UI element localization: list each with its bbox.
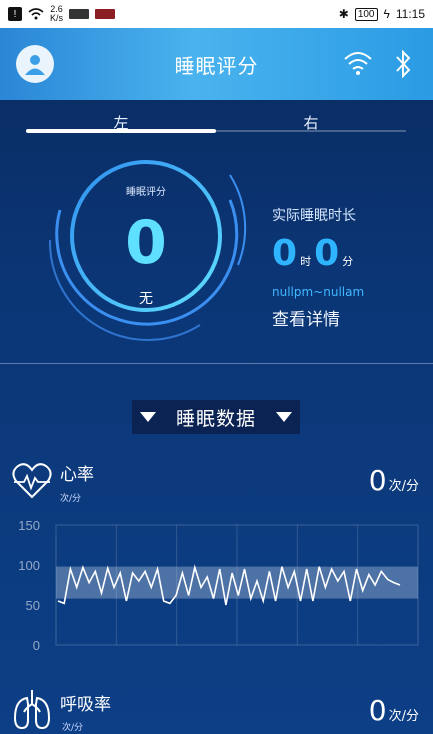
y-tick-label: 0 — [33, 638, 40, 653]
sleep-hours: 0 — [272, 233, 298, 274]
view-details-link[interactable]: 查看详情 — [272, 305, 340, 330]
bluetooth-status-icon: ✱ — [338, 7, 349, 21]
respiration-unit: 次/分 — [388, 709, 419, 724]
lungs-icon — [13, 690, 51, 730]
heart-rate-icon — [12, 463, 52, 499]
triangle-down-icon — [140, 412, 156, 422]
charging-icon: ϟ — [383, 7, 390, 21]
score-value: 0 — [125, 208, 167, 278]
app-notification-icon — [69, 9, 90, 19]
avatar-icon[interactable] — [16, 45, 54, 83]
clock: 11:15 — [395, 7, 425, 21]
wifi-status-icon — [28, 8, 44, 20]
heart-rate-unit-small: 次/分 — [60, 494, 82, 504]
sleep-time-range: nullpm~nullam — [272, 285, 365, 299]
y-tick-label: 50 — [26, 598, 40, 613]
score-label: 睡眠评分 — [126, 187, 166, 198]
minutes-unit: 分 — [342, 255, 354, 268]
heart-rate-value: 0 次/分 — [369, 464, 419, 498]
actual-sleep-title: 实际睡眠时长 — [272, 208, 356, 224]
respiration-number: 0 — [368, 694, 387, 727]
battery-indicator: 100 — [354, 7, 378, 21]
score-ring-outer-arc — [229, 174, 247, 266]
hours-unit: 时 — [300, 255, 312, 268]
network-speed: 2.6 K/s — [50, 4, 64, 23]
sleep-data-dropdown[interactable]: 睡眠数据 — [132, 400, 300, 434]
triangle-down-icon — [275, 412, 292, 422]
tab-left[interactable]: 左 — [26, 108, 216, 138]
status-bar: ! 2.6 K/s ✱ 100 ϟ 11:15 — [0, 0, 433, 28]
actual-sleep-duration: 0 时 0 分 — [272, 232, 356, 276]
section-title: 睡眠数据 — [175, 407, 256, 430]
respiration-unit-small: 次/分 — [62, 723, 84, 733]
heart-rate-unit: 次/分 — [388, 479, 419, 494]
tab-right[interactable]: 右 — [216, 108, 406, 138]
side-tabs: 左 右 — [26, 108, 406, 138]
y-tick-label: 100 — [18, 558, 40, 573]
heart-rate-chart: 150 100 50 0 — [18, 518, 419, 653]
app-notification-icon — [95, 9, 116, 19]
y-tick-label: 150 — [18, 518, 40, 533]
app-header: 睡眠评分 — [0, 28, 433, 100]
wifi-icon[interactable] — [343, 50, 373, 76]
respiration-value: 0 次/分 — [369, 694, 419, 728]
heart-rate-number: 0 — [368, 464, 387, 497]
sleep-minutes: 0 — [314, 233, 340, 274]
normal-range-band — [56, 566, 418, 599]
score-grade: 无 — [139, 291, 153, 307]
notification-icon: ! — [8, 7, 22, 21]
divider — [0, 363, 433, 364]
heart-rate-label: 心率 — [60, 465, 94, 485]
tab-active-indicator — [26, 129, 216, 133]
bluetooth-icon[interactable] — [393, 50, 413, 78]
page-title: 睡眠评分 — [174, 53, 259, 78]
respiration-label: 呼吸率 — [60, 695, 111, 715]
